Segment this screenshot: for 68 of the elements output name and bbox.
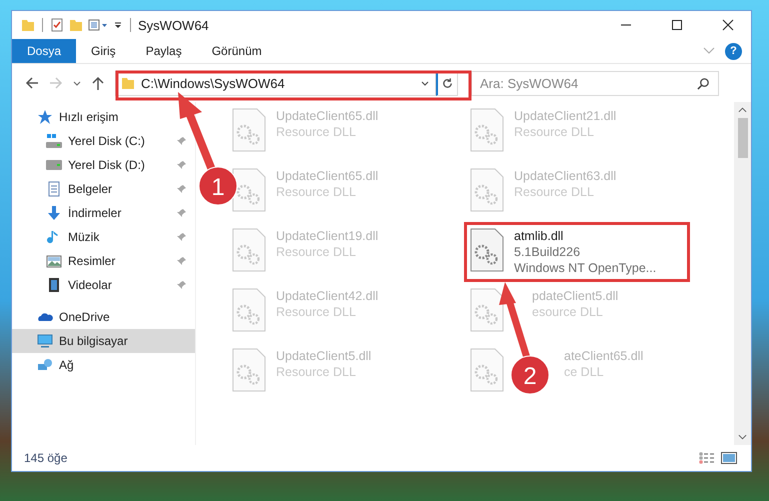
maximize-icon — [671, 19, 683, 31]
sidebar-item[interactable]: Videolar — [12, 273, 195, 297]
pin-icon[interactable] — [177, 184, 187, 194]
ribbon-tab[interactable]: Dosya — [12, 39, 76, 63]
sidebar-item[interactable]: Müzik — [12, 225, 195, 249]
sidebar-item[interactable]: Hızlı erişim — [12, 105, 126, 129]
pin-icon[interactable] — [177, 136, 187, 146]
disk-c-icon — [46, 133, 62, 149]
window-title: SysWOW64 — [138, 18, 209, 32]
computer-icon — [37, 333, 53, 349]
scroll-thumb[interactable] — [738, 118, 748, 158]
scroll-down-caret-icon[interactable] — [738, 434, 747, 440]
sidebar-item[interactable]: Yerel Disk (D:) — [12, 153, 195, 177]
pictures-icon — [46, 253, 62, 269]
dll-file-icon — [232, 348, 266, 392]
ribbon-tab[interactable]: Giriş — [76, 39, 131, 63]
sidebar-item[interactable]: İndirmeler — [12, 201, 195, 225]
ribbon-tab[interactable]: Görünüm — [196, 39, 277, 63]
documents-icon — [46, 181, 62, 197]
dll-file-icon — [470, 108, 504, 152]
pin-icon[interactable] — [177, 208, 187, 218]
scroll-up-caret-icon[interactable] — [738, 107, 747, 113]
dll-file-icon — [232, 228, 266, 272]
checklist-icon[interactable] — [50, 18, 64, 32]
up-arrow-icon[interactable] — [90, 75, 106, 91]
sidebar-item[interactable]: Resimler — [12, 249, 195, 273]
quick-icon — [37, 109, 53, 125]
network-icon — [37, 357, 53, 373]
videos-icon — [46, 277, 62, 293]
expand-ribbon-icon[interactable] — [703, 47, 715, 55]
back-arrow-icon[interactable] — [24, 75, 40, 91]
dll-file-icon — [470, 168, 504, 212]
sidebar-item[interactable]: Belgeler — [12, 177, 195, 201]
help-button[interactable]: ? — [725, 42, 742, 60]
address-field[interactable]: C:\Windows\SysWOW64 — [115, 70, 436, 96]
dll-file-icon — [232, 288, 266, 332]
pin-icon[interactable] — [177, 232, 187, 242]
file-detail: Windows NT OpenType... — [514, 261, 656, 275]
details-view-icon[interactable] — [699, 452, 715, 464]
dll-file-icon — [232, 108, 266, 152]
sidebar-item[interactable]: Bu bilgisayar — [12, 329, 195, 353]
dll-file-icon — [470, 228, 504, 272]
ribbon-tab[interactable]: Paylaş — [130, 39, 197, 63]
close-icon — [722, 19, 734, 31]
search-field[interactable]: Ara: SysWOW64 — [471, 70, 719, 96]
refresh-icon — [441, 76, 454, 90]
annotation-badge: 2 — [510, 356, 550, 394]
item-count: 145 öğe — [24, 451, 68, 465]
customize-caret-icon[interactable] — [113, 20, 123, 30]
file-detail: 5.1Build226 — [514, 245, 582, 259]
file-name[interactable]: atmlib.dll — [514, 229, 656, 243]
dll-file-icon — [232, 168, 266, 212]
sidebar-item[interactable]: OneDrive — [12, 305, 118, 329]
address-path: C:\Windows\SysWOW64 — [141, 76, 285, 90]
annotation-badge: 1 — [198, 166, 238, 206]
dll-file-icon — [470, 348, 504, 392]
sidebar-item[interactable]: Yerel Disk (C:) — [12, 129, 195, 153]
folder-icon — [121, 76, 135, 90]
downloads-icon — [46, 205, 62, 221]
pin-icon[interactable] — [177, 256, 187, 266]
sidebar-item[interactable]: Ağ — [12, 353, 82, 377]
highlighted-file-tile[interactable]: atmlib.dll 5.1Build226 Windows NT OpenType... — [466, 224, 688, 280]
properties-icon[interactable] — [88, 18, 108, 32]
large-icons-view-icon[interactable] — [721, 452, 737, 464]
pin-icon[interactable] — [177, 280, 187, 290]
pin-icon[interactable] — [177, 160, 187, 170]
scrollbar[interactable] — [734, 102, 751, 445]
dll-file-icon — [470, 288, 504, 332]
